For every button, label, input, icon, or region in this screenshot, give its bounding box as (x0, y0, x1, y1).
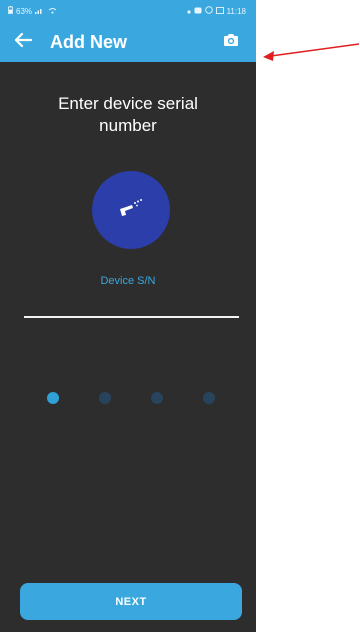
step-indicator (0, 392, 256, 404)
step-dot-1 (47, 392, 59, 404)
battery-icon (8, 6, 13, 16)
serial-number-label: Device S/N (100, 275, 156, 287)
back-button[interactable] (10, 29, 36, 55)
instruction-heading: Enter device serial number (58, 94, 198, 135)
step-dot-4 (203, 392, 215, 404)
arrow-left-icon (14, 32, 33, 53)
video-icon (194, 7, 202, 16)
screenshot-page: 63% 11:18 Add New Enter device serial nu… (0, 0, 360, 632)
next-button[interactable]: NEXT (20, 583, 242, 620)
battery-percent: 63% (16, 6, 33, 16)
serial-number-input[interactable] (24, 296, 239, 318)
device-icon-circle (92, 171, 170, 249)
status-left: 63% (8, 6, 57, 16)
wifi-icon (48, 7, 57, 16)
status-time: 11:18 (226, 6, 246, 16)
red-arrow-annotation (263, 43, 360, 61)
whatsapp-icon (204, 6, 213, 16)
device-icon (118, 197, 144, 224)
status-right: 11:18 (186, 6, 246, 16)
message-icon (215, 6, 224, 16)
page-title: Add New (50, 31, 128, 52)
dot-icon (186, 7, 191, 16)
phone-screen: 63% 11:18 Add New Enter device serial nu… (0, 0, 256, 632)
signal-icon (35, 7, 45, 16)
step-dot-2 (99, 392, 111, 404)
app-bar: Add New (0, 22, 256, 62)
status-bar: 63% 11:18 (0, 0, 256, 22)
step-dot-3 (151, 392, 163, 404)
camera-icon (223, 33, 239, 52)
camera-button[interactable] (218, 29, 244, 55)
